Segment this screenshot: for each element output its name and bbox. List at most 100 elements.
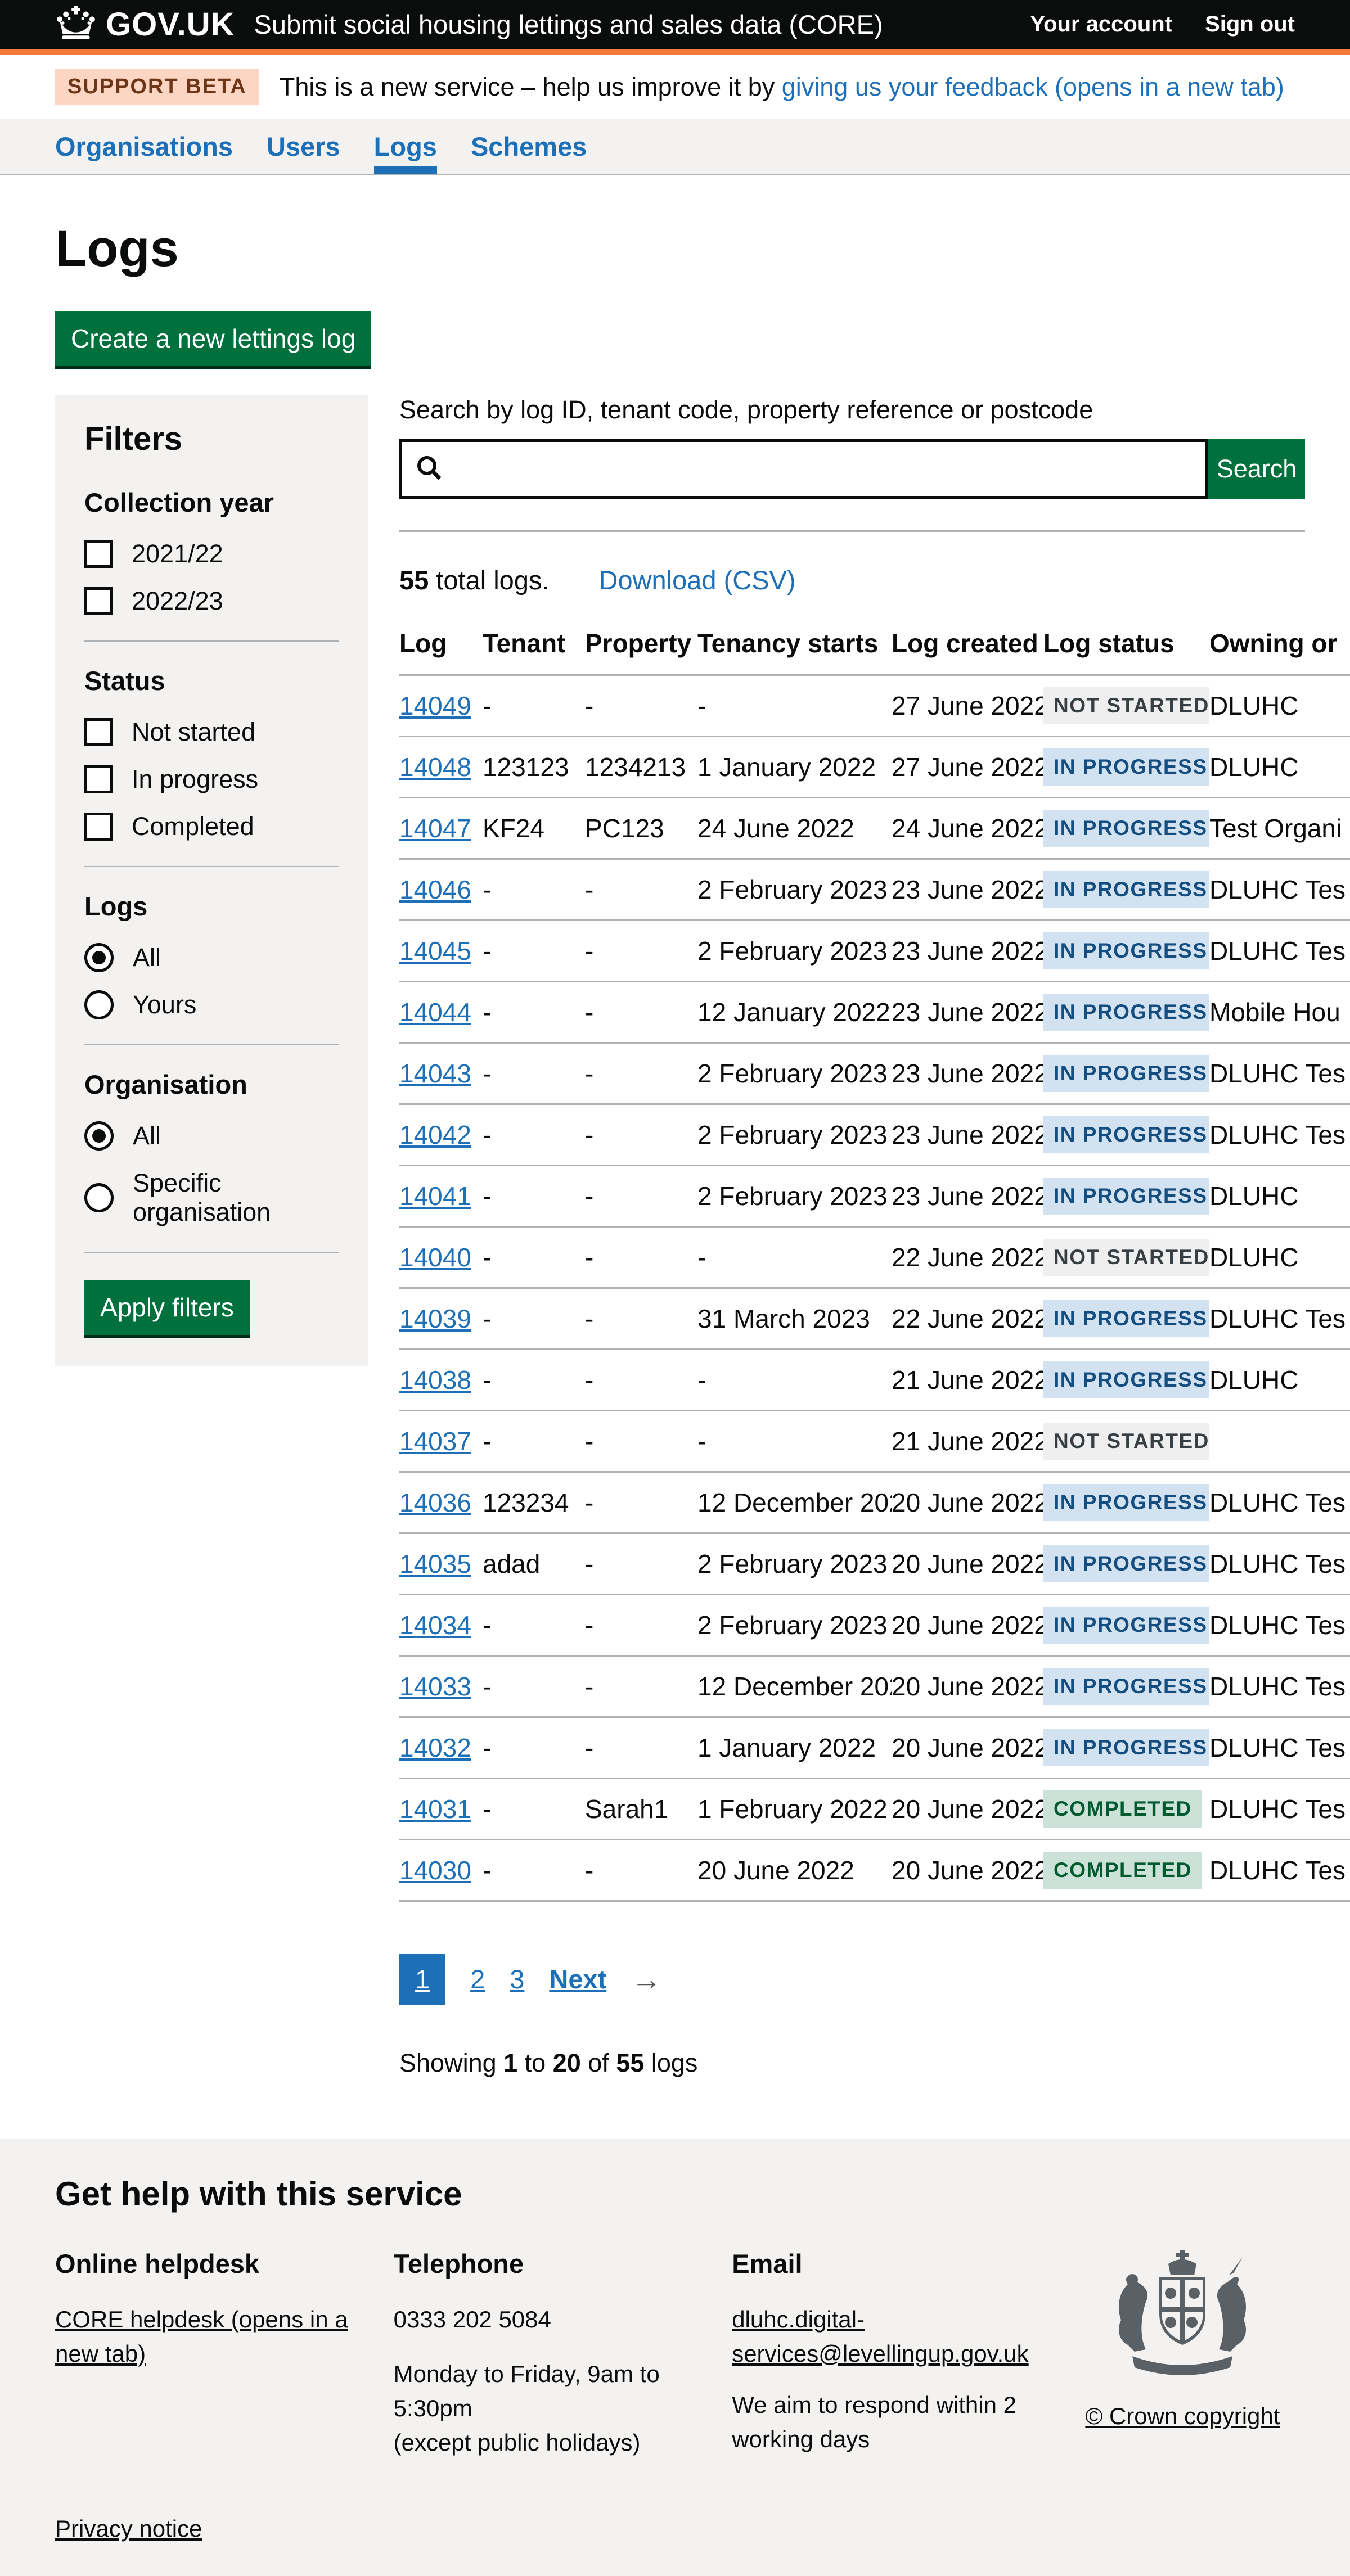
checkbox[interactable] xyxy=(84,718,112,746)
log-id-link[interactable]: 14041 xyxy=(399,1181,471,1211)
log-created-cell: 24 June 2022 xyxy=(892,798,1043,859)
log-id-link[interactable]: 14040 xyxy=(399,1243,471,1272)
pagination-current-page[interactable]: 1 xyxy=(399,1954,446,2005)
nav-item[interactable]: Logs xyxy=(374,119,437,174)
sign-out-link[interactable]: Sign out xyxy=(1205,12,1295,37)
checkbox[interactable] xyxy=(84,540,112,568)
pagination-page-link[interactable]: 3 xyxy=(510,1964,524,1995)
checkbox-option[interactable]: Not started xyxy=(84,718,339,747)
checkbox[interactable] xyxy=(84,587,112,615)
pagination-next-link[interactable]: Next xyxy=(549,1964,606,1995)
log-id-link[interactable]: 14031 xyxy=(399,1794,471,1824)
log-id-link[interactable]: 14039 xyxy=(399,1304,471,1333)
status-badge: IN PROGRESS xyxy=(1043,810,1209,847)
divider xyxy=(84,866,339,867)
property-cell: - xyxy=(585,1472,698,1533)
log-id-link[interactable]: 14035 xyxy=(399,1549,471,1578)
log-id-link[interactable]: 14048 xyxy=(399,752,471,782)
service-name[interactable]: Submit social housing lettings and sales… xyxy=(254,9,883,40)
log-id-link[interactable]: 14047 xyxy=(399,814,471,843)
radio-label: All xyxy=(133,943,161,972)
log-id-link[interactable]: 14049 xyxy=(399,691,471,720)
phase-banner: SUPPORT BETA This is a new service – hel… xyxy=(0,55,1350,119)
email-link[interactable]: dluhc.digital-services@levellingup.gov.u… xyxy=(732,2303,1070,2371)
radio-label: Yours xyxy=(133,990,196,1019)
table-row: 14049 - - - 27 June 2022 NOT STARTED DLU… xyxy=(399,675,1350,737)
radio[interactable] xyxy=(84,1183,114,1212)
helpdesk-link[interactable]: CORE helpdesk (opens in a new tab) xyxy=(55,2306,348,2367)
arrow-right-icon: → xyxy=(631,1962,662,1997)
feedback-link[interactable]: giving us your feedback (opens in a new … xyxy=(782,73,1284,101)
checkbox-option[interactable]: 2021/22 xyxy=(84,539,339,569)
table-row: 14040 - - - 22 June 2022 NOT STARTED DLU… xyxy=(399,1227,1350,1288)
filters-heading: Filters xyxy=(84,420,339,458)
tenant-cell: - xyxy=(483,1656,585,1717)
search-button[interactable]: Search xyxy=(1208,439,1305,499)
log-id-link[interactable]: 14034 xyxy=(399,1610,471,1640)
log-id-link[interactable]: 14032 xyxy=(399,1733,471,1762)
radio-option[interactable]: All xyxy=(84,1121,339,1151)
status-badge: IN PROGRESS xyxy=(1043,748,1209,786)
log-created-cell: 20 June 2022 xyxy=(892,1840,1043,1901)
table-row: 14041 - - 2 February 2023 23 June 2022 I… xyxy=(399,1166,1350,1227)
privacy-notice-link[interactable]: Privacy notice xyxy=(55,2515,202,2542)
beta-tag: SUPPORT BETA xyxy=(55,69,259,105)
govuk-home-link[interactable]: GOV.UK xyxy=(55,6,235,43)
owning-organisation-cell: DLUHC Tes xyxy=(1209,1779,1350,1840)
tenancy-starts-cell: 2 February 2023 xyxy=(698,1043,892,1104)
checkbox-label: Not started xyxy=(132,718,255,747)
log-id-link[interactable]: 14044 xyxy=(399,998,471,1027)
checkbox-option[interactable]: In progress xyxy=(84,765,339,794)
telephone-number: 0333 202 5084 xyxy=(394,2303,732,2337)
radio[interactable] xyxy=(84,943,114,972)
logs-filter-heading: Logs xyxy=(84,891,339,922)
log-id-link[interactable]: 14036 xyxy=(399,1488,471,1517)
create-lettings-log-button[interactable]: Create a new lettings log xyxy=(55,311,371,366)
log-id-link[interactable]: 14042 xyxy=(399,1120,471,1149)
radio-option[interactable]: Specific organisation xyxy=(84,1169,339,1227)
log-created-cell: 27 June 2022 xyxy=(892,675,1043,737)
radio[interactable] xyxy=(84,990,114,1019)
log-id-link[interactable]: 14043 xyxy=(399,1059,471,1088)
email-column: Email dluhc.digital-services@levellingup… xyxy=(732,2248,1070,2460)
log-id-link[interactable]: 14037 xyxy=(399,1427,471,1456)
checkbox[interactable] xyxy=(84,813,112,841)
apply-filters-button[interactable]: Apply filters xyxy=(84,1280,250,1335)
your-account-link[interactable]: Your account xyxy=(1030,12,1172,37)
tenancy-starts-cell: - xyxy=(698,1411,892,1472)
tenant-cell: - xyxy=(483,1166,585,1227)
status-options: Not started In progress Completed xyxy=(84,718,339,841)
helpdesk-heading: Online helpdesk xyxy=(55,2248,394,2279)
property-cell: - xyxy=(585,921,698,982)
checkbox-option[interactable]: 2022/23 xyxy=(84,587,339,616)
status-badge: IN PROGRESS xyxy=(1043,932,1209,969)
checkbox-option[interactable]: Completed xyxy=(84,812,339,841)
crown-copyright-link[interactable]: © Crown copyright xyxy=(1085,2403,1280,2430)
radio-option[interactable]: All xyxy=(84,943,339,972)
log-id-link[interactable]: 14033 xyxy=(399,1672,471,1701)
log-id-link[interactable]: 14030 xyxy=(399,1856,471,1885)
download-csv-link[interactable]: Download (CSV) xyxy=(599,565,796,595)
radio[interactable] xyxy=(84,1121,114,1151)
nav-item[interactable]: Schemes xyxy=(471,119,587,174)
log-id-link[interactable]: 14046 xyxy=(399,875,471,904)
checkbox[interactable] xyxy=(84,765,112,793)
collection-year-options: 2021/22 2022/23 xyxy=(84,539,339,616)
table-row: 14042 - - 2 February 2023 23 June 2022 I… xyxy=(399,1104,1350,1166)
property-cell: - xyxy=(585,1104,698,1166)
log-id-link[interactable]: 14038 xyxy=(399,1365,471,1395)
tenant-cell: - xyxy=(483,1104,585,1166)
logs-filter-options: All Yours xyxy=(84,943,339,1019)
log-created-cell: 21 June 2022 xyxy=(892,1350,1043,1411)
search-input[interactable] xyxy=(444,442,1205,496)
pagination-page-link[interactable]: 2 xyxy=(470,1964,485,1995)
nav-item[interactable]: Organisations xyxy=(55,119,233,174)
log-created-cell: 20 June 2022 xyxy=(892,1779,1043,1840)
radio-label: Specific organisation xyxy=(133,1169,339,1227)
log-id-link[interactable]: 14045 xyxy=(399,936,471,966)
property-cell: - xyxy=(585,1656,698,1717)
nav-item[interactable]: Users xyxy=(267,119,340,174)
radio-option[interactable]: Yours xyxy=(84,990,339,1019)
tenancy-starts-cell: 1 January 2022 xyxy=(698,1717,892,1779)
tenant-cell: - xyxy=(483,1779,585,1840)
